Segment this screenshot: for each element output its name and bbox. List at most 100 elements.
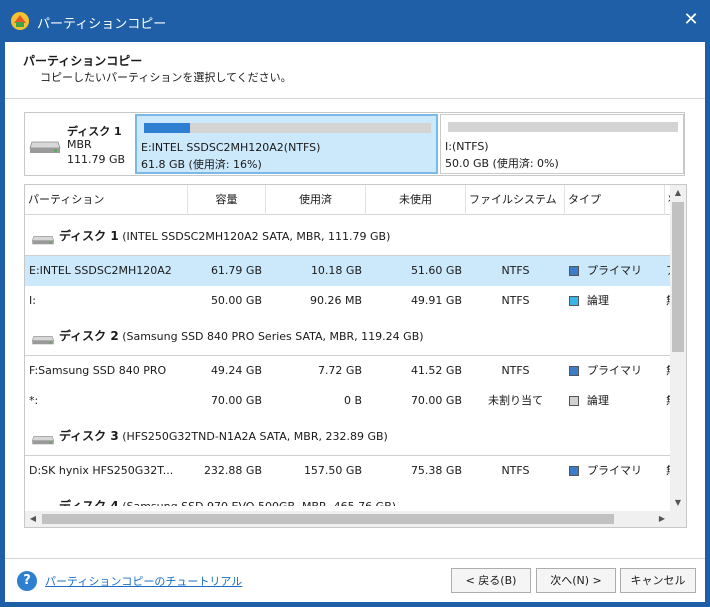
disk-type: MBR xyxy=(67,138,92,151)
cell-capacity: 50.00 GB xyxy=(210,294,262,307)
partition-type-swatch xyxy=(569,396,579,406)
usage-bar xyxy=(144,123,431,133)
column-capacity[interactable]: 容量 xyxy=(188,185,266,215)
partition-type-swatch xyxy=(569,266,579,276)
dialog-content: パーティションコピー コピーしたいパーティションを選択してください。 ディスク … xyxy=(5,42,705,602)
column-filesystem[interactable]: ファイルシステム xyxy=(466,185,565,215)
partition-type-label: プライマリ xyxy=(587,264,642,277)
cell-used: 10.18 GB xyxy=(310,264,362,277)
cancel-button[interactable]: キャンセル xyxy=(620,568,696,593)
cell-filesystem: NTFS xyxy=(501,364,530,377)
table-row[interactable]: E:INTEL SSDSC2MH120A2 61.79 GB 10.18 GB 51.… xyxy=(25,256,670,286)
cell-filesystem: NTFS xyxy=(501,294,530,307)
next-button[interactable]: 次へ(N) > xyxy=(536,568,616,593)
cell-partition: *: xyxy=(29,394,39,407)
cell-type: プライマリ xyxy=(565,456,665,486)
partition-type-swatch xyxy=(569,366,579,376)
header-divider xyxy=(5,98,705,99)
partition-block-e[interactable]: E:INTEL SSDSC2MH120A2(NTFS) 61.8 GB (使用済… xyxy=(135,114,438,174)
window-title: パーティションコピー xyxy=(37,17,167,32)
disk-label: ディスク 1 xyxy=(67,125,122,138)
hard-disk-icon xyxy=(29,141,61,153)
hard-disk-icon xyxy=(30,235,56,248)
vertical-scrollbar[interactable]: ▲ ▼ xyxy=(670,185,686,511)
disk-size: 111.79 GB xyxy=(67,153,126,166)
cell-unused: 51.60 GB xyxy=(410,264,462,277)
column-used[interactable]: 使用済 xyxy=(266,185,366,215)
partition-type-label: プライマリ xyxy=(587,464,642,477)
horizontal-scroll-thumb[interactable] xyxy=(42,514,614,524)
disk-group-label: ディスク 1 (INTEL SSDSC2MH120A2 SATA, MBR, 1… xyxy=(59,229,391,243)
title-bar: パーティションコピー ✕ xyxy=(0,0,710,42)
column-partition[interactable]: パーティション xyxy=(25,185,188,215)
partition-type-swatch xyxy=(569,466,579,476)
table-row[interactable]: *:70.00 GB0 B70.00 GB未割り当て論理無 xyxy=(25,386,670,416)
dialog-window: パーティションコピー ✕ パーティションコピー コピーしたいパーティションを選択… xyxy=(0,0,710,607)
table-body: ディスク 1 (INTEL SSDSC2MH120A2 SATA, MBR, 1… xyxy=(25,216,670,506)
horizontal-scrollbar[interactable]: ◀ ▶ xyxy=(25,511,670,527)
scroll-right-arrow-icon[interactable]: ▶ xyxy=(654,511,670,527)
hard-disk-icon xyxy=(30,335,56,348)
disk-group-header: ディスク 3 (HFS250G32TND-N1A2A SATA, MBR, 23… xyxy=(25,416,670,456)
partition-name: E:INTEL SSDSC2MH120A2(NTFS) xyxy=(141,141,321,154)
cell-unused: 49.91 GB xyxy=(410,294,462,307)
cell-type: 論理 xyxy=(565,286,665,316)
partition-type-swatch xyxy=(569,296,579,306)
cell-type: プライマリ xyxy=(565,356,665,386)
partition-type-label: プライマリ xyxy=(587,364,642,377)
cell-partition: I: xyxy=(29,294,36,307)
cell-partition: F:Samsung SSD 840 PRO xyxy=(29,364,167,377)
cell-type: プライマリ xyxy=(565,256,665,286)
partition-type-label: 論理 xyxy=(587,294,609,307)
cell-capacity: 49.24 GB xyxy=(210,364,262,377)
partition-type-label: 論理 xyxy=(587,394,609,407)
cell-unused: 70.00 GB xyxy=(410,394,462,407)
cell-used: 157.50 GB xyxy=(303,464,362,477)
page-subtitle: コピーしたいパーティションを選択してください。 xyxy=(40,71,292,84)
disk-group-header: ディスク 4 (Samsung SSD 970 EVO 500GB, MBR, … xyxy=(25,486,670,506)
page-title: パーティションコピー xyxy=(23,54,143,68)
scroll-up-arrow-icon[interactable]: ▲ xyxy=(670,185,686,201)
disk-group-header: ディスク 2 (Samsung SSD 840 PRO Series SATA,… xyxy=(25,316,670,356)
scroll-corner xyxy=(670,511,686,527)
cell-filesystem: 未割り当て xyxy=(488,394,543,407)
cell-used: 7.72 GB xyxy=(317,364,362,377)
vertical-scroll-thumb[interactable] xyxy=(672,202,684,352)
partition-info: 50.0 GB (使用済: 0%) xyxy=(445,157,559,170)
footer-divider xyxy=(5,558,705,559)
close-icon[interactable]: ✕ xyxy=(680,9,702,31)
disk-group-label: ディスク 2 (Samsung SSD 840 PRO Series SATA,… xyxy=(59,329,424,343)
table-row[interactable]: F:Samsung SSD 840 PRO 49.24 GB 7.72 GB 41.5… xyxy=(25,356,670,386)
help-icon[interactable]: ? xyxy=(17,571,37,591)
cell-unused: 41.52 GB xyxy=(410,364,462,377)
cell-partition: E:INTEL SSDSC2MH120A2 xyxy=(29,264,172,277)
partition-block-i[interactable]: I:(NTFS) 50.0 GB (使用済: 0%) xyxy=(440,114,684,174)
disk-group-header: ディスク 1 (INTEL SSDSC2MH120A2 SATA, MBR, 1… xyxy=(25,216,670,256)
hard-disk-icon xyxy=(30,435,56,448)
cell-unused: 75.38 GB xyxy=(410,464,462,477)
disk-group-label: ディスク 3 (HFS250G32TND-N1A2A SATA, MBR, 23… xyxy=(59,429,388,443)
scroll-down-arrow-icon[interactable]: ▼ xyxy=(670,495,686,511)
table-header: パーティション 容量 使用済 未使用 ファイルシステム タイプ 状 xyxy=(25,185,671,215)
partition-name: I:(NTFS) xyxy=(445,140,489,153)
cell-capacity: 232.88 GB xyxy=(203,464,262,477)
scroll-left-arrow-icon[interactable]: ◀ xyxy=(25,511,41,527)
tutorial-link[interactable]: パーティションコピーのチュートリアル xyxy=(45,573,242,589)
cell-filesystem: NTFS xyxy=(501,264,530,277)
partition-table: パーティション 容量 使用済 未使用 ファイルシステム タイプ 状 ディスク 1… xyxy=(24,184,687,528)
table-row[interactable]: I:50.00 GB90.26 MB49.91 GBNTFS論理無 xyxy=(25,286,670,316)
usage-bar xyxy=(448,122,678,132)
column-type[interactable]: タイプ xyxy=(565,185,665,215)
hard-disk-icon xyxy=(30,505,56,506)
disk-group-label: ディスク 4 (Samsung SSD 970 EVO 500GB, MBR, … xyxy=(59,499,396,506)
table-row[interactable]: D:SK hynix HFS250G32T... 232.88 GB 157.50 … xyxy=(25,456,670,486)
partition-info: 61.8 GB (使用済: 16%) xyxy=(141,158,262,171)
cell-capacity: 70.00 GB xyxy=(210,394,262,407)
column-unused[interactable]: 未使用 xyxy=(366,185,466,215)
app-logo-icon xyxy=(11,12,29,30)
cell-partition: D:SK hynix HFS250G32T... xyxy=(29,464,174,477)
usage-bar-fill xyxy=(144,123,190,133)
back-button[interactable]: < 戻る(B) xyxy=(451,568,531,593)
cell-type: 論理 xyxy=(565,386,665,416)
cell-used: 0 B xyxy=(343,394,362,407)
